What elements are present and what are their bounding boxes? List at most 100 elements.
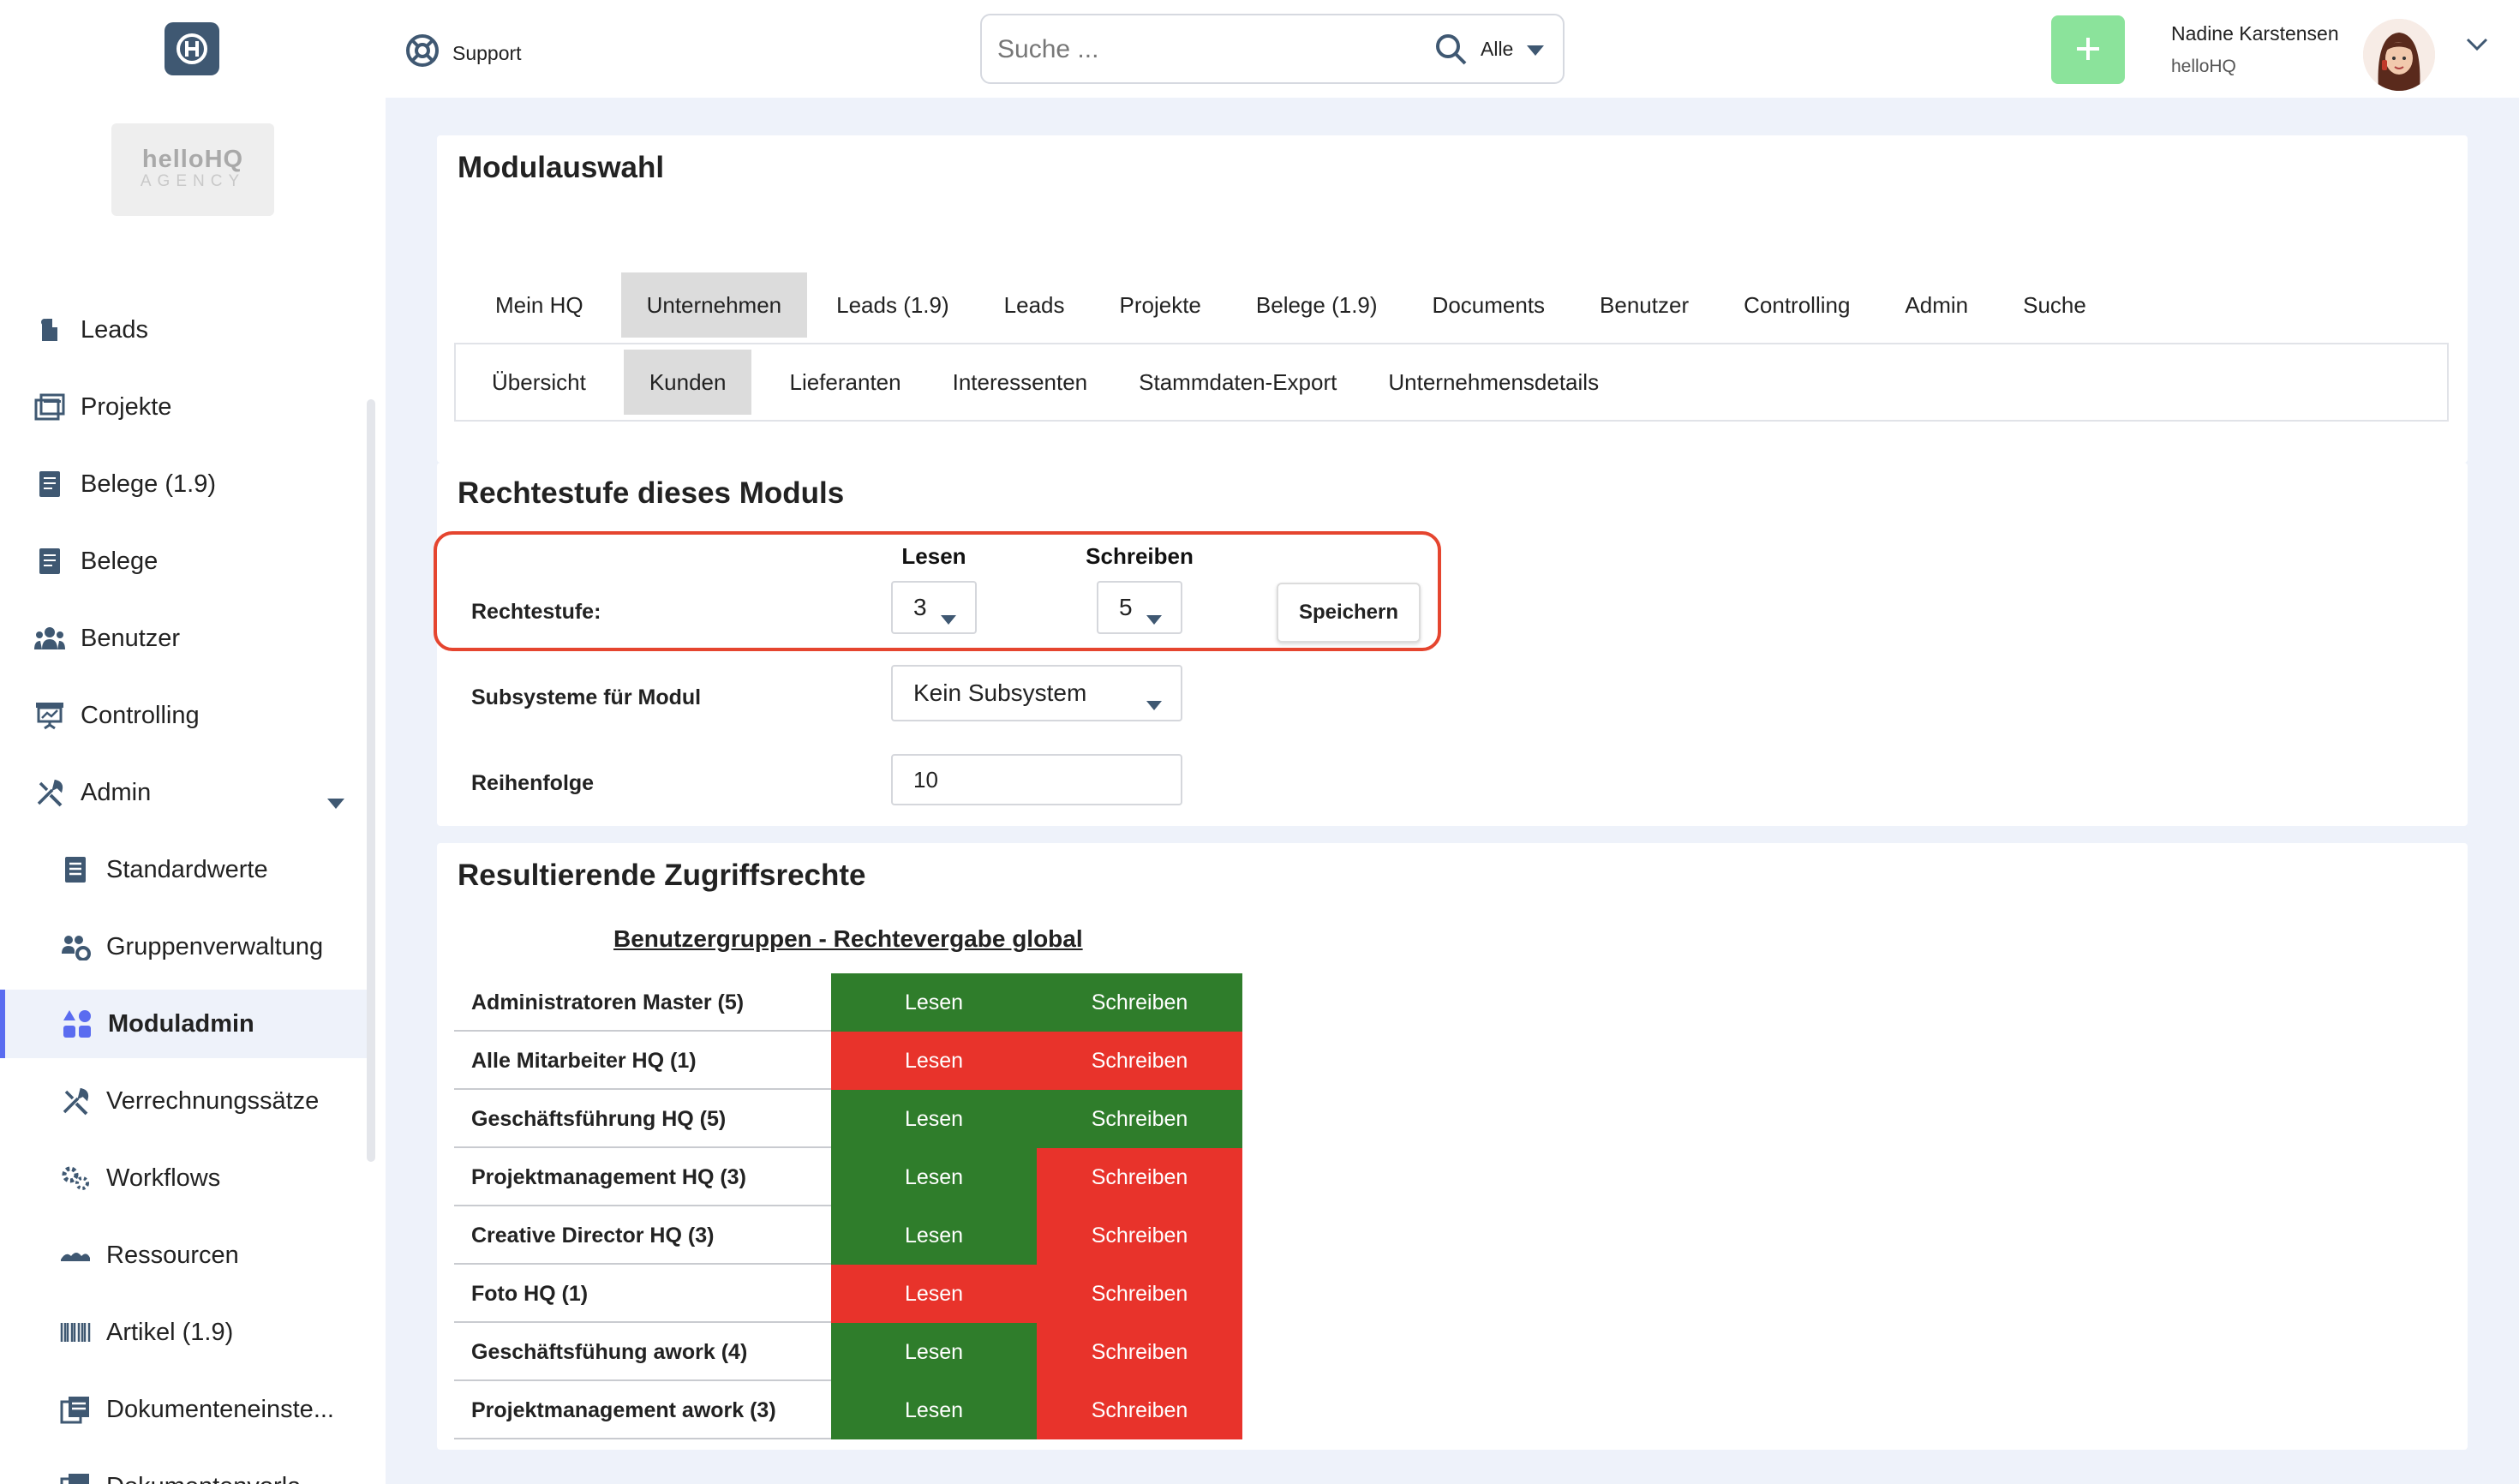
agency-logo: helloHQ AGENCY bbox=[111, 123, 274, 216]
table-row: Projektmanagement awork (3) Lesen Schreibe… bbox=[454, 1381, 1242, 1439]
gears-icon bbox=[58, 1164, 93, 1192]
sidebar-item-belege-19[interactable]: Belege (1.9) bbox=[0, 450, 368, 518]
tab-admin[interactable]: Admin bbox=[1888, 272, 1985, 338]
sidebar-item-benutzer[interactable]: Benutzer bbox=[0, 604, 368, 673]
tab-documents[interactable]: Documents bbox=[1415, 272, 1563, 338]
support-label: Support bbox=[452, 41, 522, 64]
subtab-stammdaten-export[interactable]: Stammdaten-Export bbox=[1125, 350, 1350, 415]
add-button[interactable] bbox=[2051, 15, 2125, 84]
sidebar-item-label: Verrechnungssätze bbox=[106, 1086, 320, 1115]
sidebar-item-workflows[interactable]: Workflows bbox=[0, 1144, 368, 1212]
subtab-uebersicht[interactable]: Übersicht bbox=[478, 350, 600, 415]
access-rights-table: Administratoren Master (5) Lesen Schreiben… bbox=[454, 973, 1242, 1439]
sidebar-item-label: Admin bbox=[81, 778, 152, 806]
sidebar-item-belege[interactable]: Belege bbox=[0, 527, 368, 595]
document-settings-icon bbox=[58, 1395, 93, 1424]
group-name: Projektmanagement HQ (3) bbox=[471, 1165, 746, 1189]
write-permission-cell: Schreiben bbox=[1037, 1032, 1242, 1090]
sidebar-item-label: Dokumentenvorla... bbox=[106, 1473, 321, 1484]
sidebar-item-controlling[interactable]: Controlling bbox=[0, 681, 368, 750]
order-input[interactable] bbox=[891, 754, 1182, 805]
tab-leads-19[interactable]: Leads (1.9) bbox=[819, 272, 966, 338]
group-name: Administratoren Master (5) bbox=[471, 990, 745, 1014]
sidebar-item-standardwerte[interactable]: Standardwerte bbox=[0, 835, 368, 904]
sidebar-item-artikel-19[interactable]: Artikel (1.9) bbox=[0, 1298, 368, 1367]
tab-mein-hq[interactable]: Mein HQ bbox=[478, 272, 601, 338]
write-level-select[interactable]: 5 bbox=[1097, 581, 1182, 634]
write-permission-cell: Schreiben bbox=[1037, 1148, 1242, 1206]
tab-controlling[interactable]: Controlling bbox=[1726, 272, 1867, 338]
avatar[interactable] bbox=[2363, 19, 2435, 91]
subsystem-select[interactable]: Kein Subsystem bbox=[891, 665, 1182, 721]
read-permission-cell: Lesen bbox=[831, 1381, 1037, 1439]
tab-benutzer[interactable]: Benutzer bbox=[1583, 272, 1706, 338]
document-template-icon bbox=[58, 1472, 93, 1484]
access-rights-title: Resultierende Zugriffsrechte bbox=[458, 859, 866, 892]
search-icon[interactable] bbox=[1434, 33, 1469, 71]
search-scope-value: Alle bbox=[1481, 38, 1514, 60]
subsystem-label: Subsysteme für Modul bbox=[471, 685, 702, 709]
sidebar-item-verrechnungssaetze[interactable]: Verrechnungssätze bbox=[0, 1067, 368, 1135]
modules-icon bbox=[60, 1008, 94, 1039]
read-permission-cell: Lesen bbox=[831, 1148, 1037, 1206]
tab-unternehmen[interactable]: Unternehmen bbox=[620, 272, 808, 338]
sidebar-item-projekte[interactable]: Projekte bbox=[0, 373, 368, 441]
resources-icon bbox=[58, 1246, 93, 1265]
write-permission-cell: Schreiben bbox=[1037, 1090, 1242, 1148]
sidebar-item-admin[interactable]: Admin bbox=[0, 758, 368, 827]
table-row: Projektmanagement HQ (3) Lesen Schreiben bbox=[454, 1148, 1242, 1206]
user-name: Nadine Karstensen bbox=[2171, 22, 2339, 45]
read-level-select[interactable]: 3 bbox=[891, 581, 977, 634]
read-permission-cell: Lesen bbox=[831, 1090, 1037, 1148]
h-logo-icon[interactable] bbox=[165, 22, 219, 75]
sidebar-item-leads[interactable]: Leads bbox=[0, 296, 368, 364]
chevron-down-icon[interactable] bbox=[2466, 38, 2488, 56]
read-permission-cell: Lesen bbox=[831, 1323, 1037, 1381]
read-column-header: Lesen bbox=[901, 543, 966, 569]
sidebar-scrollbar[interactable] bbox=[367, 399, 375, 1162]
read-permission-cell: Lesen bbox=[831, 1032, 1037, 1090]
sub-tabs: Übersicht Kunden Lieferanten Interessent… bbox=[478, 350, 1636, 415]
group-name: Alle Mitarbeiter HQ (1) bbox=[471, 1049, 697, 1073]
sidebar-item-label: Dokumenteneinste... bbox=[106, 1395, 334, 1423]
sidebar-item-ressourcen[interactable]: Ressourcen bbox=[0, 1221, 368, 1290]
tab-belege-19[interactable]: Belege (1.9) bbox=[1239, 272, 1395, 338]
sidebar-item-label: Projekte bbox=[81, 392, 172, 421]
sidebar-item-label: Gruppenverwaltung bbox=[106, 932, 324, 960]
sidebar-item-label: Moduladmin bbox=[108, 1009, 254, 1038]
user-org: helloHQ bbox=[2171, 57, 2236, 76]
subtab-kunden[interactable]: Kunden bbox=[623, 350, 752, 415]
agency-logo-line1: helloHQ bbox=[141, 146, 244, 173]
subtabs-box: Übersicht Kunden Lieferanten Interessent… bbox=[454, 343, 2449, 422]
caret-down-icon[interactable] bbox=[327, 787, 344, 816]
document-icon bbox=[33, 547, 67, 576]
search-scope-select[interactable]: Alle bbox=[1481, 38, 1545, 61]
subtab-interessenten[interactable]: Interessenten bbox=[939, 350, 1102, 415]
subtab-unternehmensdetails[interactable]: Unternehmensdetails bbox=[1374, 350, 1613, 415]
tab-leads[interactable]: Leads bbox=[987, 272, 1082, 338]
search-input[interactable] bbox=[997, 29, 1426, 70]
sidebar: helloHQ AGENCY Leads Projekte Belege (1.… bbox=[0, 98, 386, 1484]
sidebar-item-label: Belege bbox=[81, 547, 159, 575]
barcode-icon bbox=[58, 1321, 93, 1343]
sidebar-item-label: Leads bbox=[81, 315, 149, 344]
sidebar-item-moduladmin[interactable]: Moduladmin bbox=[0, 990, 368, 1058]
subtab-lieferanten[interactable]: Lieferanten bbox=[775, 350, 914, 415]
support-link[interactable]: Support bbox=[404, 33, 522, 74]
plus-icon bbox=[2074, 35, 2102, 65]
caret-down-icon bbox=[1146, 603, 1162, 631]
rights-level-label: Rechtestufe: bbox=[471, 600, 601, 624]
sidebar-item-label: Controlling bbox=[81, 701, 200, 729]
sidebar-item-label: Benutzer bbox=[81, 624, 181, 652]
tab-suche[interactable]: Suche bbox=[2006, 272, 2103, 338]
sidebar-item-dokumentenvorlagen[interactable]: Dokumentenvorla... bbox=[0, 1452, 368, 1484]
sidebar-item-gruppenverwaltung[interactable]: Gruppenverwaltung bbox=[0, 913, 368, 981]
leads-icon bbox=[33, 315, 67, 344]
read-permission-cell: Lesen bbox=[831, 1206, 1037, 1265]
agency-logo-line2: AGENCY bbox=[140, 172, 246, 190]
sidebar-item-dokumenteneinstellungen[interactable]: Dokumenteneinste... bbox=[0, 1375, 368, 1444]
caret-down-icon bbox=[1527, 38, 1545, 61]
save-button[interactable]: Speichern bbox=[1277, 583, 1421, 643]
tab-projekte[interactable]: Projekte bbox=[1103, 272, 1218, 338]
write-permission-cell: Schreiben bbox=[1037, 1265, 1242, 1323]
